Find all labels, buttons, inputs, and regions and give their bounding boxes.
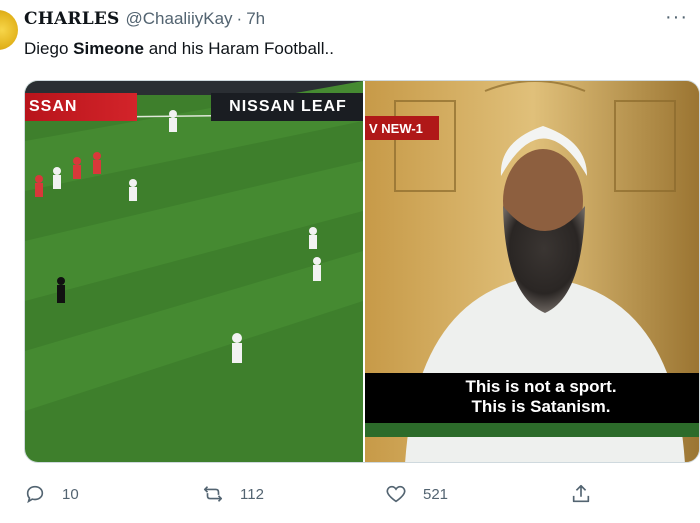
tweet-header: CHARLES @ChaaliiyKay · 7h bbox=[24, 9, 265, 31]
tweet-text: Diego Simeone and his Haram Football.. bbox=[24, 38, 334, 60]
timestamp[interactable]: 7h bbox=[246, 9, 265, 29]
like-button[interactable]: 521 bbox=[385, 478, 448, 510]
tweet-text-bold: Simeone bbox=[73, 39, 144, 58]
tweet-media[interactable]: SSAN NISSAN LEAF V NEW-1 This is not a s… bbox=[24, 80, 700, 463]
avatar[interactable] bbox=[0, 10, 18, 50]
reply-button[interactable]: 10 bbox=[24, 478, 79, 510]
football-image[interactable]: SSAN NISSAN LEAF bbox=[25, 81, 363, 462]
user-handle[interactable]: @ChaaliiyKay bbox=[126, 9, 233, 29]
separator-dot: · bbox=[236, 9, 243, 28]
heart-icon bbox=[386, 485, 406, 503]
tweet-text-start: Diego bbox=[24, 39, 74, 58]
pitch-drawing bbox=[25, 81, 363, 462]
share-button[interactable] bbox=[570, 478, 608, 510]
ad-board-left: SSAN bbox=[25, 93, 137, 121]
retweet-icon bbox=[203, 486, 223, 502]
retweet-button[interactable]: 112 bbox=[202, 478, 264, 510]
retweet-count: 112 bbox=[240, 485, 264, 503]
tweet-text-end: and his Haram Football.. bbox=[144, 39, 334, 58]
reply-icon bbox=[26, 485, 44, 504]
action-bar: 10 112 521 bbox=[0, 478, 700, 512]
reply-count: 10 bbox=[62, 485, 79, 503]
like-count: 521 bbox=[423, 485, 449, 503]
subtitle-caption: This is not a sport. This is Satanism. bbox=[381, 377, 699, 417]
more-dots-icon[interactable]: ··· bbox=[665, 6, 688, 29]
caption-line-1: This is not a sport. bbox=[465, 377, 617, 396]
channel-logo-text: V NEW-1 bbox=[369, 121, 423, 136]
ad-board-right: NISSAN LEAF bbox=[211, 93, 363, 121]
display-name[interactable]: CHARLES bbox=[24, 9, 120, 29]
share-icon bbox=[572, 484, 590, 503]
tv-image[interactable]: V NEW-1 This is not a sport. This is Sat… bbox=[365, 81, 699, 462]
caption-line-2: This is Satanism. bbox=[471, 397, 611, 416]
